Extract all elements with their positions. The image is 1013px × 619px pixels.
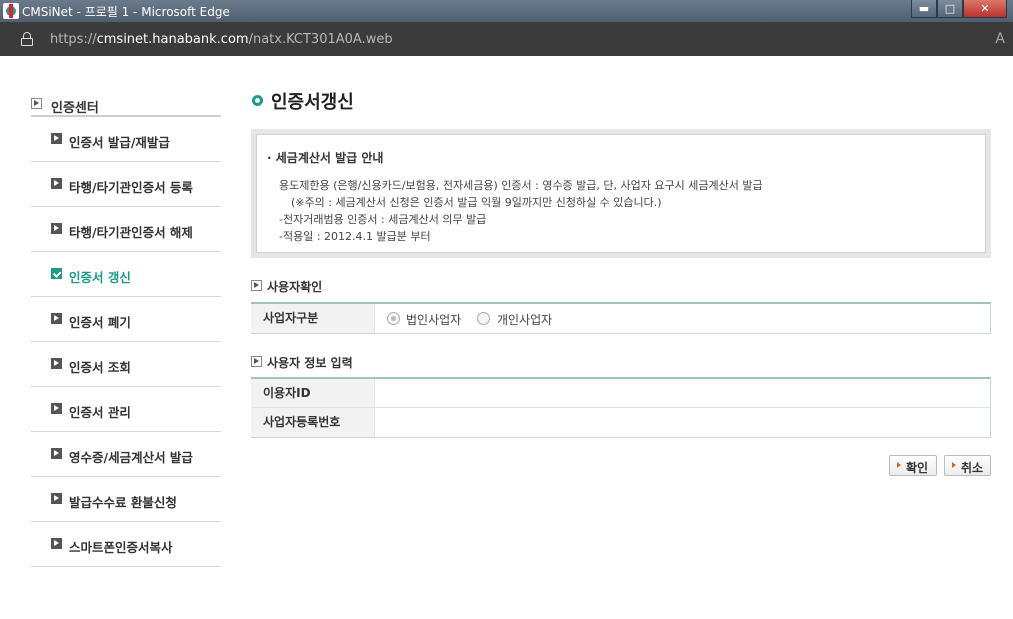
window-title: CMSiNet - 프로필 1 - Microsoft Edge [22,5,230,19]
address-bar: https://cmsinet.hanabank.com/natx.KCT301… [0,22,1013,56]
sidebar-item-register-other[interactable]: 타행/타기관인증서 등록 [31,162,221,207]
individual-radio[interactable] [477,312,490,325]
maximize-button[interactable]: □ [937,0,963,18]
user-id-label: 이용자ID [251,379,375,407]
app-logo-icon [3,3,19,19]
sidebar-item-lookup[interactable]: 인증서 조회 [31,342,221,387]
read-aloud-icon[interactable]: A [995,31,1005,47]
sidebar-heading: 인증센터 [31,94,221,117]
sidebar-item-unregister-other[interactable]: 타행/타기관인증서 해제 [31,207,221,252]
confirm-button[interactable]: 확인 [889,455,937,476]
arrow-box-icon [51,178,62,189]
user-check-table: 사업자구분 법인사업자 개인사업자 [251,302,991,334]
sidebar-item-issue[interactable]: 인증서 발급/재발급 [31,117,221,162]
lock-icon[interactable] [21,32,33,46]
arrow-right-icon [952,462,956,468]
sidebar-item-renew[interactable]: 인증서 갱신 [31,252,221,297]
notice-line: -전자거래범용 인증서 : 세금계산서 의무 발급 [279,213,487,226]
window-controls: ▬ □ ✕ [911,0,1007,18]
check-box-icon [51,268,62,279]
business-type-label: 사업자구분 [251,304,375,333]
user-id-input[interactable] [375,379,990,407]
arrow-box-icon [51,358,62,369]
tax-invoice-notice: · 세금계산서 발급 안내 용도제한용 (은행/신용카드/보험용, 전자세금용)… [251,129,991,258]
notice-title: · 세금계산서 발급 안내 [267,151,384,165]
user-info-table: 이용자ID 사업자등록번호 [251,377,991,438]
sidebar-nav: 인증센터 인증서 발급/재발급 타행/타기관인증서 등록 타행/타기관인증서 해… [31,94,221,567]
arrow-box-icon [51,313,62,324]
individual-radio-label[interactable]: 개인사업자 [497,311,552,328]
minimize-button[interactable]: ▬ [911,0,937,18]
arrow-box-icon [251,356,262,367]
notice-line: (※주의 : 세금계산서 신청은 인증서 발급 익월 9일까지만 신청하실 수 … [291,196,662,209]
sidebar-item-receipt[interactable]: 영수증/세금계산서 발급 [31,432,221,477]
url-text[interactable]: https://cmsinet.hanabank.com/natx.KCT301… [50,32,393,47]
corporate-radio[interactable] [387,312,400,325]
arrow-box-icon [51,448,62,459]
sidebar-item-refund[interactable]: 발급수수료 환불신청 [31,477,221,522]
user-id-row: 이용자ID [251,379,990,408]
business-reg-label: 사업자등록번호 [251,408,375,437]
cancel-button[interactable]: 취소 [944,455,991,476]
window-title-bar: CMSiNet - 프로필 1 - Microsoft Edge ▬ □ ✕ [0,0,1013,22]
notice-line: 용도제한용 (은행/신용카드/보험용, 전자세금용) 인증서 : 영수증 발급,… [279,179,763,192]
page-title: 인증서갱신 [271,92,354,113]
ring-bullet-icon [252,95,263,106]
arrow-box-icon [51,538,62,549]
arrow-box-icon [51,493,62,504]
arrow-box-icon [51,133,62,144]
arrow-box-icon [251,280,262,291]
business-reg-row: 사업자등록번호 [251,408,990,437]
business-reg-input[interactable] [375,408,990,437]
arrow-box-icon [51,223,62,234]
arrow-box-icon [31,98,42,109]
business-type-row: 사업자구분 법인사업자 개인사업자 [251,304,990,333]
sidebar-item-smartphone-copy[interactable]: 스마트폰인증서복사 [31,522,221,567]
corporate-radio-label[interactable]: 법인사업자 [406,311,461,328]
notice-line: -적용일 : 2012.4.1 발급분 부터 [279,230,431,243]
sidebar-item-revoke[interactable]: 인증서 폐기 [31,297,221,342]
sidebar-item-manage[interactable]: 인증서 관리 [31,387,221,432]
arrow-box-icon [51,403,62,414]
arrow-right-icon [897,462,901,468]
close-button[interactable]: ✕ [963,0,1007,18]
